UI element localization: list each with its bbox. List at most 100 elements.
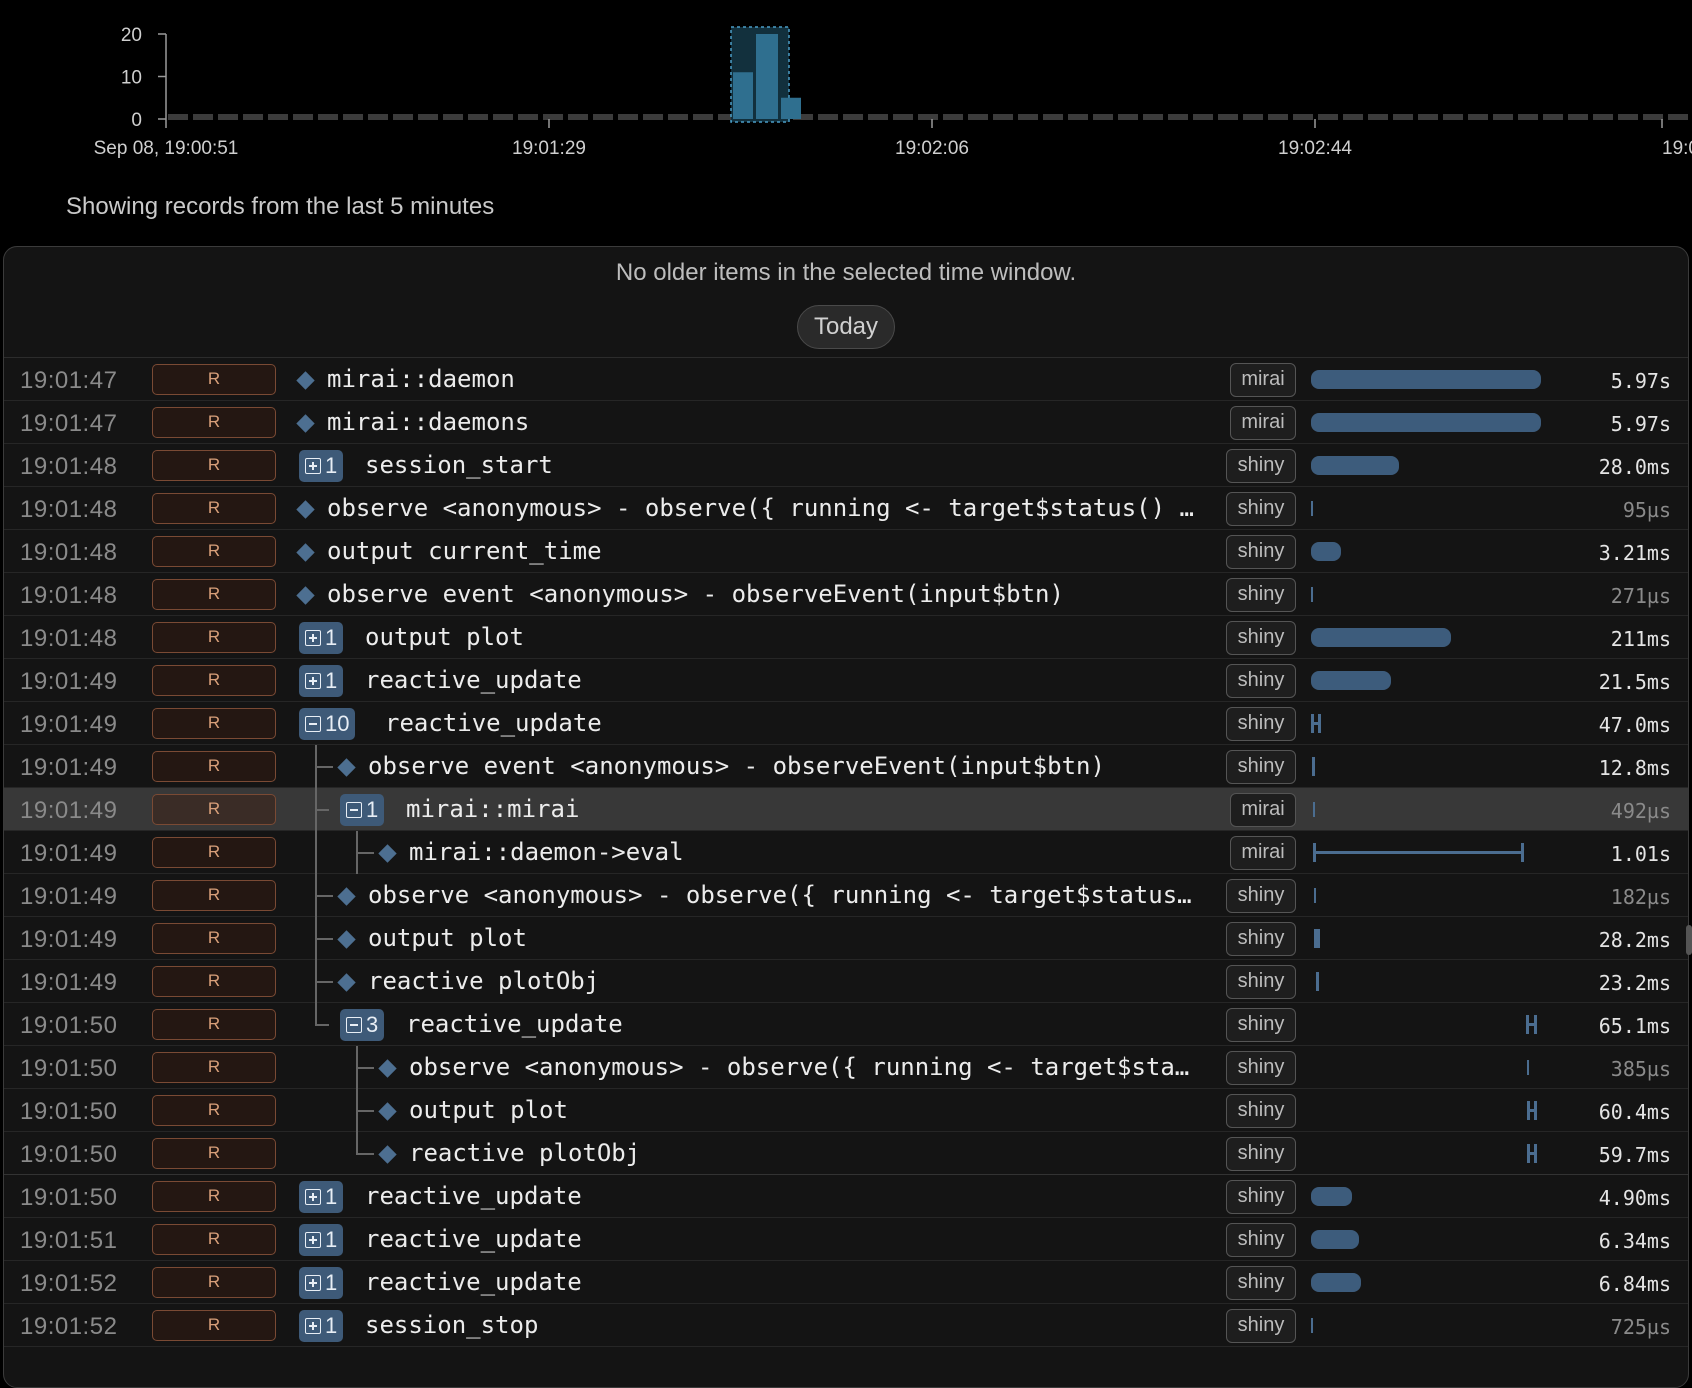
trace-row[interactable]: 19:01:49 R 1 reactive_update shiny 21.5ms xyxy=(4,659,1688,702)
trace-row[interactable]: 19:01:47 Rmirai::daemon mirai 5.97s xyxy=(4,358,1688,401)
expand-group-button[interactable]: 1 xyxy=(299,450,344,482)
trace-row[interactable]: 19:01:48 Robserve event <anonymous> - obs… xyxy=(4,573,1688,616)
trace-row[interactable]: 19:01:50 R 1 reactive_update shiny 4.90ms xyxy=(4,1175,1688,1218)
trace-row[interactable]: 19:01:49 R 10 reactive_update shiny 47.0ms xyxy=(4,702,1688,745)
expand-group-button[interactable]: 1 xyxy=(299,1267,344,1299)
library-tag[interactable]: shiny xyxy=(1226,707,1296,741)
trace-row[interactable]: 19:01:48 R 1 session_start shiny 28.0ms xyxy=(4,444,1688,487)
duration-bar xyxy=(1311,413,1541,432)
row-timestamp: 19:01:48 xyxy=(20,582,118,609)
library-tag[interactable]: shiny xyxy=(1226,1180,1296,1214)
library-tag[interactable]: shiny xyxy=(1226,621,1296,655)
library-tag[interactable]: shiny xyxy=(1226,750,1296,784)
library-tag[interactable]: shiny xyxy=(1226,449,1296,483)
library-tag[interactable]: shiny xyxy=(1226,664,1296,698)
trace-row[interactable]: 19:01:49 Rmirai::daemon->eval mirai 1.01s xyxy=(4,831,1688,874)
span-diamond-icon xyxy=(296,543,315,562)
library-tag[interactable]: mirai xyxy=(1230,363,1296,397)
expand-group-button[interactable]: 1 xyxy=(299,622,344,654)
trace-row[interactable]: 19:01:50 Routput plot shiny 60.4ms xyxy=(4,1089,1688,1132)
library-tag[interactable]: shiny xyxy=(1226,1008,1296,1042)
row-timestamp: 19:01:48 xyxy=(20,539,118,566)
library-tag[interactable]: mirai xyxy=(1230,793,1296,827)
histogram-empty-bin xyxy=(1568,114,1588,120)
histogram-empty-bin xyxy=(1243,114,1263,120)
trace-row[interactable]: 19:01:50 Robserve <anonymous> - observe({… xyxy=(4,1046,1688,1089)
library-tag[interactable]: shiny xyxy=(1226,879,1296,913)
trace-row[interactable]: 19:01:48 Robserve <anonymous> - observe({… xyxy=(4,487,1688,530)
expand-group-button[interactable]: 1 xyxy=(299,1224,344,1256)
language-badge: R xyxy=(152,1267,276,1298)
tree-connector xyxy=(315,1003,317,1025)
library-tag[interactable]: shiny xyxy=(1226,1051,1296,1085)
row-timestamp: 19:01:48 xyxy=(20,625,118,652)
histogram-empty-bin xyxy=(1218,114,1238,120)
library-tag[interactable]: shiny xyxy=(1226,1137,1296,1171)
trace-row[interactable]: 19:01:50 Rreactive plotObj shiny 59.7ms xyxy=(4,1132,1688,1175)
trace-row[interactable]: 19:01:47 Rmirai::daemons mirai 5.97s xyxy=(4,401,1688,444)
tree-connector xyxy=(315,981,333,983)
trace-row[interactable]: 19:01:49 Routput plot shiny 28.2ms xyxy=(4,917,1688,960)
histogram-empty-bin xyxy=(268,114,288,120)
trace-row[interactable]: 19:01:49 Rreactive plotObj shiny 23.2ms xyxy=(4,960,1688,1003)
library-tag[interactable]: shiny xyxy=(1226,922,1296,956)
tree-connector xyxy=(356,1110,374,1112)
histogram-bar xyxy=(781,97,801,119)
x-tick-label: 19:02:06 xyxy=(895,138,969,159)
tree-connector xyxy=(356,1132,358,1154)
histogram-empty-bin xyxy=(418,114,438,120)
expand-group-button[interactable]: 1 xyxy=(299,665,344,697)
trace-row[interactable]: 19:01:49 Robserve <anonymous> - observe({… xyxy=(4,874,1688,917)
language-badge: R xyxy=(152,751,276,782)
duration-timeline xyxy=(1311,444,1561,487)
library-tag[interactable]: shiny xyxy=(1226,492,1296,526)
list-header: No older items in the selected time wind… xyxy=(4,247,1688,358)
tree-connector xyxy=(356,1089,358,1132)
histogram-empty-bin xyxy=(493,114,513,120)
duration-value: 65.1ms xyxy=(1598,1014,1671,1038)
duration-value: 492µs xyxy=(1610,799,1671,823)
library-tag[interactable]: shiny xyxy=(1226,1309,1296,1343)
library-tag[interactable]: shiny xyxy=(1226,965,1296,999)
span-name: observe <anonymous> - observe({ running … xyxy=(409,1053,1190,1081)
library-tag[interactable]: shiny xyxy=(1226,1223,1296,1257)
trace-row[interactable]: 19:01:52 R 1 session_stop shiny 725µs xyxy=(4,1304,1688,1347)
plus-box-icon xyxy=(305,673,321,689)
expand-group-button[interactable]: 1 xyxy=(299,1181,344,1213)
trace-row[interactable]: 19:01:48 Routput current_time shiny 3.21ms xyxy=(4,530,1688,573)
trace-row[interactable]: 19:01:49 Robserve event <anonymous> - obs… xyxy=(4,745,1688,788)
span-diamond-icon xyxy=(337,887,356,906)
tree-connector xyxy=(315,895,333,897)
collapse-group-button[interactable]: 10 xyxy=(299,708,356,740)
span-name: reactive plotObj xyxy=(368,967,600,995)
trace-row[interactable]: 19:01:52 R 1 reactive_update shiny 6.84ms xyxy=(4,1261,1688,1304)
collapse-group-button[interactable]: 3 xyxy=(340,1009,385,1041)
today-button[interactable]: Today xyxy=(796,305,896,349)
library-tag[interactable]: mirai xyxy=(1230,836,1296,870)
trace-row[interactable]: 19:01:49 R 1 mirai::mirai mirai 492µs xyxy=(4,788,1688,831)
child-count: 1 xyxy=(325,1270,338,1295)
trace-row[interactable]: 19:01:51 R 1 reactive_update shiny 6.34ms xyxy=(4,1218,1688,1261)
trace-row[interactable]: 19:01:48 R 1 output plot shiny 211ms xyxy=(4,616,1688,659)
duration-bar xyxy=(1311,1230,1359,1249)
scrollbar-thumb[interactable] xyxy=(1686,925,1692,955)
trace-row[interactable]: 19:01:50 R 3 reactive_update shiny 65.1ms xyxy=(4,1003,1688,1046)
histogram-empty-bin xyxy=(193,114,213,120)
span-name: reactive_update xyxy=(406,1010,623,1038)
library-tag[interactable]: shiny xyxy=(1226,1266,1296,1300)
library-tag[interactable]: mirai xyxy=(1230,406,1296,440)
histogram-empty-bin xyxy=(168,114,188,120)
time-histogram[interactable]: Sep 08, 19:00:51 19:01:29 19:02:06 19:02:44… xyxy=(0,0,1692,170)
plus-box-icon xyxy=(305,458,321,474)
library-tag[interactable]: shiny xyxy=(1226,1094,1296,1128)
language-badge: R xyxy=(152,837,276,868)
collapse-group-button[interactable]: 1 xyxy=(340,794,385,826)
no-older-items-message: No older items in the selected time wind… xyxy=(615,259,1077,286)
expand-group-button[interactable]: 1 xyxy=(299,1310,344,1342)
histogram-empty-bin xyxy=(1368,114,1388,120)
duration-value: 6.34ms xyxy=(1598,1229,1671,1253)
histogram-empty-bin xyxy=(1293,114,1313,120)
library-tag[interactable]: shiny xyxy=(1226,578,1296,612)
library-tag[interactable]: shiny xyxy=(1226,535,1296,569)
row-timestamp: 19:01:49 xyxy=(20,754,118,781)
